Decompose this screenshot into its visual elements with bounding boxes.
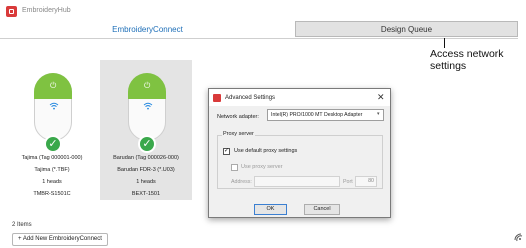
- machine-heads: 1 heads: [136, 179, 156, 185]
- machine-status-pill: ⏻: [128, 73, 166, 141]
- wifi-icon: [143, 102, 153, 110]
- machine-status-pill: ⏻: [34, 73, 72, 141]
- wifi-icon: [514, 233, 523, 242]
- proxy-server-label: Proxy server: [222, 131, 255, 137]
- power-icon: ⏻: [50, 81, 57, 90]
- title-bar: EmbroideryHub: [0, 0, 526, 22]
- machine-heads: 1 heads: [42, 179, 62, 185]
- use-proxy-server-checkbox[interactable]: [231, 164, 238, 171]
- port-input[interactable]: 80: [355, 176, 377, 187]
- check-icon: ✓: [138, 135, 156, 153]
- machine-format: Tajima (*.TBF): [34, 167, 70, 173]
- cancel-button[interactable]: Cancel: [304, 204, 340, 215]
- app-logo-icon: [213, 94, 221, 102]
- close-icon[interactable]: ✕: [377, 92, 385, 103]
- ok-button[interactable]: OK: [254, 204, 287, 215]
- chevron-down-icon[interactable]: ▾: [377, 111, 380, 117]
- machine-name: Tajima (Tag 000001-000): [21, 155, 83, 161]
- advanced-settings-dialog: Advanced Settings ✕ Network adapter: Int…: [208, 88, 391, 218]
- machine-card[interactable]: ⏻ ✓ Barudan (Tag 000026-000) Barudan FDR…: [100, 60, 192, 200]
- check-icon: ✓: [44, 135, 62, 153]
- tab-design-queue[interactable]: Design Queue: [295, 21, 518, 37]
- tab-label: EmbroideryConnect: [112, 25, 183, 34]
- power-icon: ⏻: [144, 81, 151, 90]
- window-title: EmbroideryHub: [22, 7, 71, 14]
- use-proxy-server-label: Use proxy server: [241, 164, 283, 170]
- dialog-title-bar: Advanced Settings ✕: [209, 89, 390, 106]
- app-logo-icon: [6, 6, 17, 17]
- machine-format: Barudan FDR-3 (*.U03): [117, 167, 175, 173]
- use-default-proxy-checkbox[interactable]: ✓: [223, 148, 230, 155]
- tab-embroideryconnect[interactable]: EmbroideryConnect: [0, 22, 295, 38]
- machine-model: TMBR-S1501C: [33, 191, 71, 197]
- dialog-title: Advanced Settings: [225, 95, 276, 101]
- add-embroideryconnect-button[interactable]: + Add New EmbroideryConnect: [12, 233, 108, 246]
- wifi-icon: [49, 102, 59, 110]
- items-count: 2 Items: [12, 222, 32, 228]
- callout-line: [444, 38, 445, 48]
- machine-name: Barudan (Tag 000026-000): [113, 155, 179, 161]
- network-adapter-label: Network adapter:: [217, 114, 259, 120]
- address-label: Address:: [231, 179, 252, 185]
- network-adapter-select[interactable]: Intel(R) PRO/1000 MT Desktop Adapter: [267, 109, 384, 121]
- machine-model: BEXT-1501: [131, 191, 161, 197]
- address-input[interactable]: [254, 176, 340, 187]
- port-label: Port: [343, 179, 353, 185]
- machine-card[interactable]: ⏻ ✓ Tajima (Tag 000001-000) Tajima (*.TB…: [6, 65, 98, 205]
- use-default-proxy-label: Use default proxy settings: [234, 148, 298, 154]
- callout-text: Access network settings: [430, 48, 504, 72]
- tab-divider: [0, 38, 518, 39]
- tab-label: Design Queue: [380, 25, 433, 34]
